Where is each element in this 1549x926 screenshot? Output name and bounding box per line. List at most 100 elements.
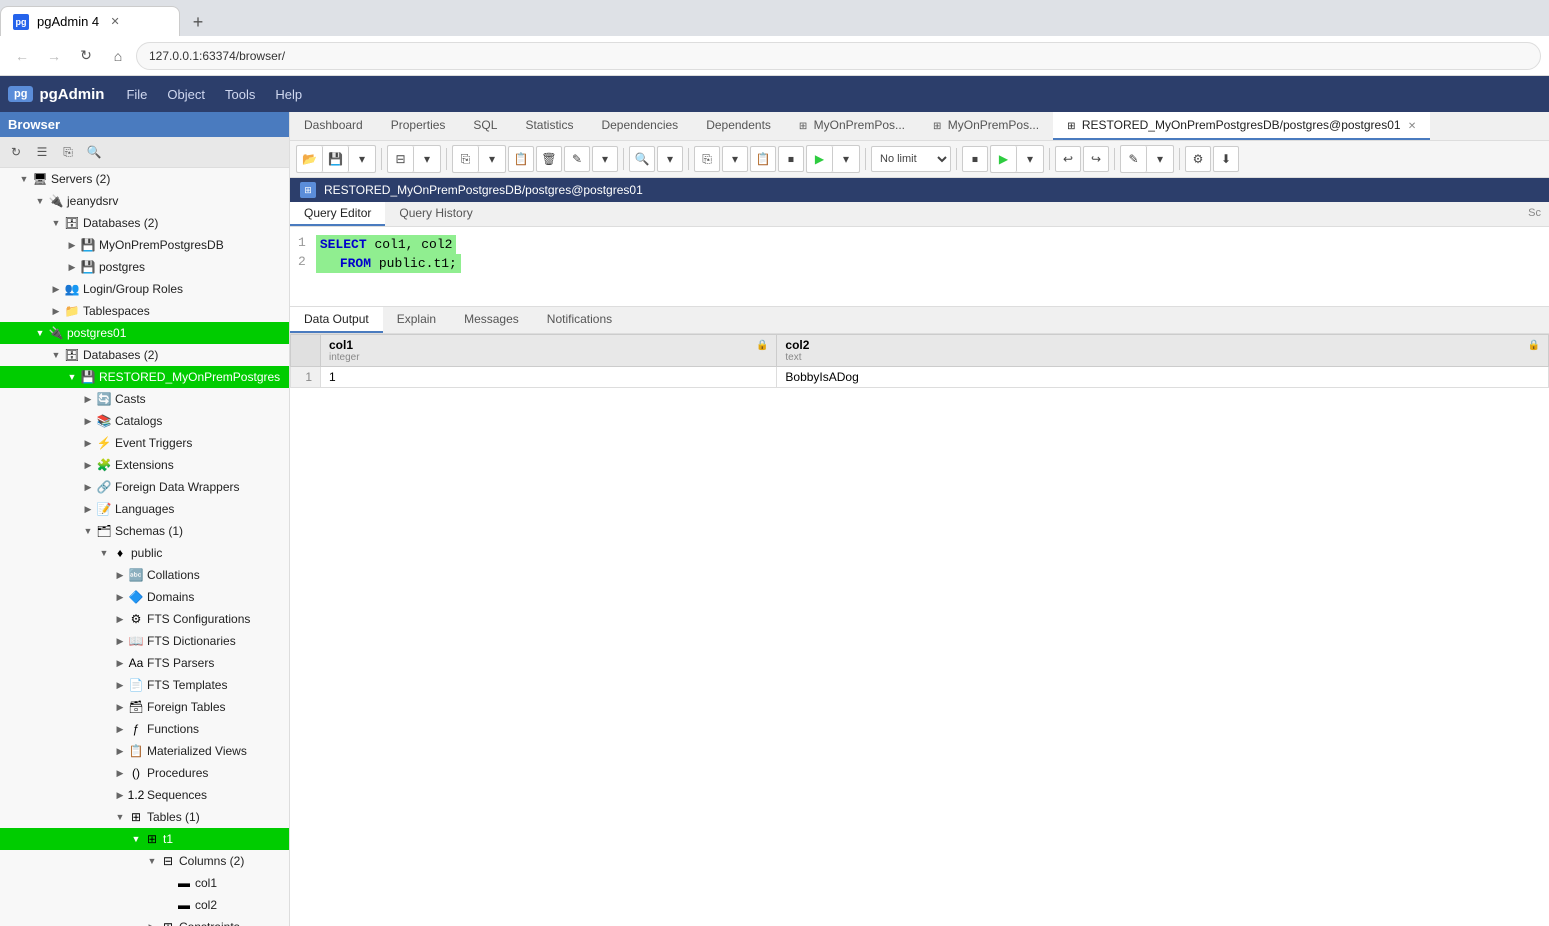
play-button[interactable]: ▶ [991, 146, 1017, 172]
tab-myonprem1[interactable]: ⊞ MyOnPremPos... [785, 112, 919, 140]
col2-label: col2 [195, 898, 217, 912]
refresh-button[interactable]: ↻ [4, 140, 28, 164]
macros-manage-button[interactable]: ⬇ [1213, 146, 1239, 172]
view-list-button[interactable]: ☰ [30, 140, 54, 164]
sidebar-item-postgres01-databases[interactable]: ▼ 🗄 Databases (2) [0, 344, 289, 366]
sidebar-item-foreign-data-wrappers[interactable]: ▶ 🔗 Foreign Data Wrappers [0, 476, 289, 498]
sidebar-item-columns[interactable]: ▼ ⊟ Columns (2) [0, 850, 289, 872]
sidebar-item-col2[interactable]: ▬ col2 [0, 894, 289, 916]
sidebar-item-casts[interactable]: ▶ 🔄 Casts [0, 388, 289, 410]
sidebar-item-jeanydsrv[interactable]: ▼ 🔌 jeanydsrv [0, 190, 289, 212]
copy-rows-dropdown[interactable]: ▾ [722, 146, 748, 172]
tab-data-output[interactable]: Data Output [290, 307, 383, 333]
edit-dropdown-button[interactable]: ▾ [592, 146, 618, 172]
sidebar-item-collations[interactable]: ▶ 🔤 Collations [0, 564, 289, 586]
search-button[interactable]: 🔍 [82, 140, 106, 164]
stop-exec-button[interactable]: ⏹ [962, 146, 988, 172]
tab-myonprem2[interactable]: ⊞ MyOnPremPos... [919, 112, 1053, 140]
address-bar[interactable]: 127.0.0.1:63374/browser/ [136, 42, 1541, 70]
tab-query-editor[interactable]: Query Editor [290, 202, 385, 226]
sidebar-item-materialized-views[interactable]: ▶ 📋 Materialized Views [0, 740, 289, 762]
sidebar-item-jeanydsrv-databases[interactable]: ▼ 🗄 Databases (2) [0, 212, 289, 234]
browser-tab[interactable]: pg pgAdmin 4 ✕ [0, 6, 180, 36]
edit-button[interactable]: ✎ [564, 146, 590, 172]
sidebar-item-procedures[interactable]: ▶ () Procedures [0, 762, 289, 784]
sidebar-item-postgres-db[interactable]: ▶ 💾 postgres [0, 256, 289, 278]
tab-dependencies[interactable]: Dependencies [587, 112, 692, 140]
sidebar-item-myonprem-db[interactable]: ▶ 💾 MyOnPremPostgresDB [0, 234, 289, 256]
sidebar-item-fts-templates[interactable]: ▶ 📄 FTS Templates [0, 674, 289, 696]
row-col2-cell: BobbyIsADog [777, 367, 1549, 388]
filter-dropdown-button[interactable]: ▾ [414, 146, 440, 172]
copy-button[interactable]: ⎘ [453, 146, 479, 172]
sidebar-item-schemas[interactable]: ▼ 🗂 Schemas (1) [0, 520, 289, 542]
commit-button[interactable]: ↩ [1055, 146, 1081, 172]
new-tab-button[interactable]: + [184, 8, 212, 36]
row-limit-select[interactable]: No limit [871, 146, 951, 172]
sidebar-item-event-triggers[interactable]: ▶ ⚡ Event Triggers [0, 432, 289, 454]
sidebar-item-tables[interactable]: ▼ ⊞ Tables (1) [0, 806, 289, 828]
query-code-area[interactable]: 1 SELECT col1, col2 2 FROM public.t1; [290, 227, 1549, 307]
sidebar-item-functions[interactable]: ▶ ƒ Functions [0, 718, 289, 740]
sidebar-item-public[interactable]: ▼ ♦ public [0, 542, 289, 564]
tab-notifications[interactable]: Notifications [533, 307, 626, 333]
sidebar-item-extensions[interactable]: ▶ 🧩 Extensions [0, 454, 289, 476]
tab-query-history[interactable]: Query History [385, 202, 486, 226]
save-dropdown-button[interactable]: ▾ [349, 146, 375, 172]
tab-explain[interactable]: Explain [383, 307, 450, 333]
copy-dropdown-button[interactable]: ▾ [479, 146, 505, 172]
sidebar-item-domains[interactable]: ▶ 🔷 Domains [0, 586, 289, 608]
help-menu[interactable]: Help [265, 83, 312, 106]
home-button[interactable]: ⌂ [104, 42, 132, 70]
open-file-button[interactable]: 📂 [297, 146, 323, 172]
format-dropdown-button[interactable]: ▾ [1147, 146, 1173, 172]
save-file-button[interactable]: 💾 [323, 146, 349, 172]
tab-dependents[interactable]: Dependents [692, 112, 785, 140]
domains-icon: 🔷 [128, 589, 144, 605]
format-button[interactable]: ✎ [1121, 146, 1147, 172]
jeanydsrv-databases-label: Databases (2) [83, 216, 158, 230]
sidebar-item-fts-parsers[interactable]: ▶ Aa FTS Parsers [0, 652, 289, 674]
copy-button[interactable]: ⎘ [56, 140, 80, 164]
play-dropdown-button[interactable]: ▾ [1017, 146, 1043, 172]
sidebar-item-t1[interactable]: ▼ ⊞ t1 [0, 828, 289, 850]
sidebar-item-constraints[interactable]: ▶ ⊞ Constraints [0, 916, 289, 926]
sidebar-item-catalogs[interactable]: ▶ 📚 Catalogs [0, 410, 289, 432]
execute-dropdown-button[interactable]: ▾ [833, 146, 859, 172]
sidebar-item-languages[interactable]: ▶ 📝 Languages [0, 498, 289, 520]
tools-menu[interactable]: Tools [215, 83, 265, 106]
find-dropdown-button[interactable]: ▾ [657, 146, 683, 172]
sidebar-item-servers[interactable]: ▼ 🖥 Servers (2) [0, 168, 289, 190]
stop-button[interactable]: ⏹ [778, 146, 804, 172]
paste-button[interactable]: 📋 [508, 146, 534, 172]
sidebar-item-fts-configurations[interactable]: ▶ ⚙ FTS Configurations [0, 608, 289, 630]
macros-button[interactable]: ⚙ [1185, 146, 1211, 172]
tab-sql[interactable]: SQL [459, 112, 511, 140]
filter-button[interactable]: ⊟ [388, 146, 414, 172]
rollback-button[interactable]: ↪ [1083, 146, 1109, 172]
sidebar-item-sequences[interactable]: ▶ 1.2 Sequences [0, 784, 289, 806]
copy-rows-button[interactable]: ⎘ [694, 146, 720, 172]
tab-properties[interactable]: Properties [377, 112, 460, 140]
tab-messages[interactable]: Messages [450, 307, 533, 333]
tab-restored[interactable]: ⊞ RESTORED_MyOnPremPostgresDB/postgres@p… [1053, 112, 1430, 140]
back-button[interactable]: ← [8, 42, 36, 70]
tab-statistics[interactable]: Statistics [511, 112, 587, 140]
sidebar-item-fts-dictionaries[interactable]: ▶ 📖 FTS Dictionaries [0, 630, 289, 652]
sidebar-item-postgres01[interactable]: ▼ 🔌 postgres01 [0, 322, 289, 344]
paste-rows-button[interactable]: 📋 [750, 146, 776, 172]
sidebar-item-login-roles[interactable]: ▶ 👥 Login/Group Roles [0, 278, 289, 300]
forward-button[interactable]: → [40, 42, 68, 70]
sidebar-item-foreign-tables[interactable]: ▶ 🗃 Foreign Tables [0, 696, 289, 718]
sidebar-item-col1[interactable]: ▬ col1 [0, 872, 289, 894]
tab-dashboard[interactable]: Dashboard [290, 112, 377, 140]
sidebar-item-tablespaces[interactable]: ▶ 📁 Tablespaces [0, 300, 289, 322]
object-menu[interactable]: Object [157, 83, 215, 106]
sidebar-item-restored-db[interactable]: ▼ 💾 RESTORED_MyOnPremPostgres [0, 366, 289, 388]
find-button[interactable]: 🔍 [629, 146, 655, 172]
reload-button[interactable]: ↻ [72, 42, 100, 70]
execute-button[interactable]: ▶ [807, 146, 833, 172]
tab-close-button[interactable]: ✕ [107, 14, 123, 30]
file-menu[interactable]: File [116, 83, 157, 106]
delete-button[interactable]: 🗑 [536, 146, 562, 172]
